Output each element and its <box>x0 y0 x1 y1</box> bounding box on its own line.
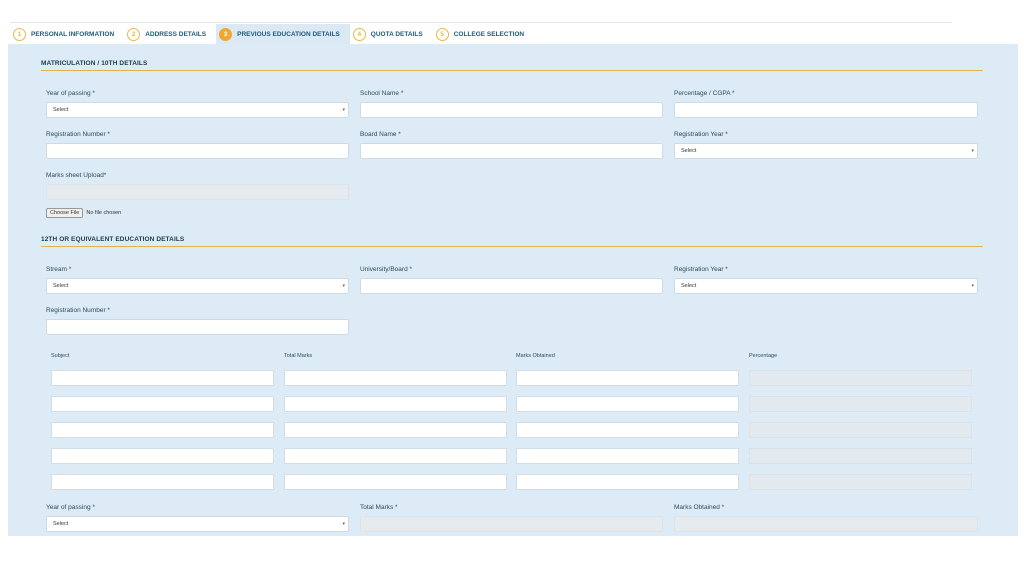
twelfth-year-label: Year of passing * <box>46 504 95 511</box>
step-number: 1 <box>13 27 26 41</box>
step-previous-education-details[interactable]: 3 PREVIOUS EDUCATION DETAILS <box>216 24 350 44</box>
twelfth-section-title: 12TH OR EQUIVALENT EDUCATION DETAILS <box>41 236 185 243</box>
percentage-display <box>749 396 972 412</box>
no-file-text: No file chosen <box>86 210 122 216</box>
university-board-label: University/Board * <box>360 266 413 273</box>
matric-year-select[interactable]: Select <box>46 102 349 118</box>
step-number: 4 <box>352 27 366 41</box>
percentage-display <box>749 448 972 464</box>
marks-file-input[interactable]: Choose File No file chosen <box>46 208 121 218</box>
subject-input[interactable] <box>51 474 274 490</box>
matric-reg-number-input[interactable] <box>46 143 349 159</box>
marks-obtained-input[interactable] <box>516 422 739 438</box>
twelfth-reg-year-label: Registration Year * <box>674 266 728 273</box>
step-college-selection[interactable]: 5 COLLEGE SELECTION <box>433 24 534 44</box>
university-board-input[interactable] <box>360 278 663 294</box>
marks-obtained-column-header: Marks Obtained <box>516 353 555 359</box>
twelfth-reg-number-input[interactable] <box>46 319 349 335</box>
board-name-label: Board Name * <box>360 131 401 138</box>
marks-upload-label: Marks sheet Upload* <box>46 172 107 179</box>
total-marks-input[interactable] <box>284 396 507 412</box>
marks-obtained-input[interactable] <box>516 448 739 464</box>
percentage-label: Percentage / CGPA * <box>674 90 735 97</box>
step-number: 5 <box>435 27 449 41</box>
choose-file-button[interactable]: Choose File <box>46 208 84 218</box>
form-stepper: 1 PERSONAL INFORMATION 2 ADDRESS DETAILS… <box>10 24 534 44</box>
marks-obtained-display <box>674 516 978 532</box>
marks-obtained-input[interactable] <box>516 370 739 386</box>
matric-section-title: MATRICULATION / 10TH DETAILS <box>41 60 148 67</box>
subject-input[interactable] <box>51 422 274 438</box>
matric-year-label: Year of passing * <box>46 90 95 97</box>
step-address-details[interactable]: 2 ADDRESS DETAILS <box>124 24 216 44</box>
twelfth-reg-year-select[interactable]: Select <box>674 278 978 294</box>
step-label: ADDRESS DETAILS <box>145 30 207 38</box>
step-label: PERSONAL INFORMATION <box>31 30 115 38</box>
step-label: QUOTA DETAILS <box>370 30 423 38</box>
subject-input[interactable] <box>51 448 274 464</box>
marks-obtained-input[interactable] <box>516 396 739 412</box>
twelfth-reg-number-label: Registration Number * <box>46 307 110 314</box>
total-marks-input[interactable] <box>284 422 507 438</box>
stream-select[interactable]: Select <box>46 278 349 294</box>
percentage-display <box>749 422 972 438</box>
board-name-input[interactable] <box>360 143 663 159</box>
percentage-display <box>749 474 972 490</box>
total-marks-input[interactable] <box>284 370 507 386</box>
percentage-display <box>749 370 972 386</box>
total-marks-input[interactable] <box>284 474 507 490</box>
top-divider <box>10 22 952 23</box>
step-number: 3 <box>219 27 233 41</box>
stream-label: Stream * <box>46 266 72 273</box>
matric-reg-number-label: Registration Number * <box>46 131 110 138</box>
step-quota-details[interactable]: 4 QUOTA DETAILS <box>350 24 433 44</box>
twelfth-section-divider <box>41 246 983 247</box>
percentage-column-header: Percentage <box>749 353 778 359</box>
matric-reg-year-label: Registration Year * <box>674 131 728 138</box>
subject-column-header: Subject <box>51 353 70 359</box>
step-personal-information[interactable]: 1 PERSONAL INFORMATION <box>10 24 124 44</box>
marks-obtained-label: Marks Obtained * <box>674 504 725 511</box>
total-marks-display <box>360 516 663 532</box>
marks-obtained-input[interactable] <box>516 474 739 490</box>
percentage-input[interactable] <box>674 102 978 118</box>
subject-input[interactable] <box>51 396 274 412</box>
total-marks-input[interactable] <box>284 448 507 464</box>
subject-input[interactable] <box>51 370 274 386</box>
school-name-input[interactable] <box>360 102 663 118</box>
total-marks-label: Total Marks * <box>360 504 398 511</box>
marks-upload-display <box>46 184 349 200</box>
matric-reg-year-select[interactable]: Select <box>674 143 978 159</box>
step-label: COLLEGE SELECTION <box>453 30 525 38</box>
matric-section-divider <box>41 70 983 71</box>
total-marks-column-header: Total Marks <box>284 353 313 359</box>
twelfth-year-select[interactable]: Select <box>46 516 349 532</box>
school-name-label: School Name * <box>360 90 404 97</box>
step-label: PREVIOUS EDUCATION DETAILS <box>237 30 340 38</box>
step-number: 2 <box>127 27 141 41</box>
